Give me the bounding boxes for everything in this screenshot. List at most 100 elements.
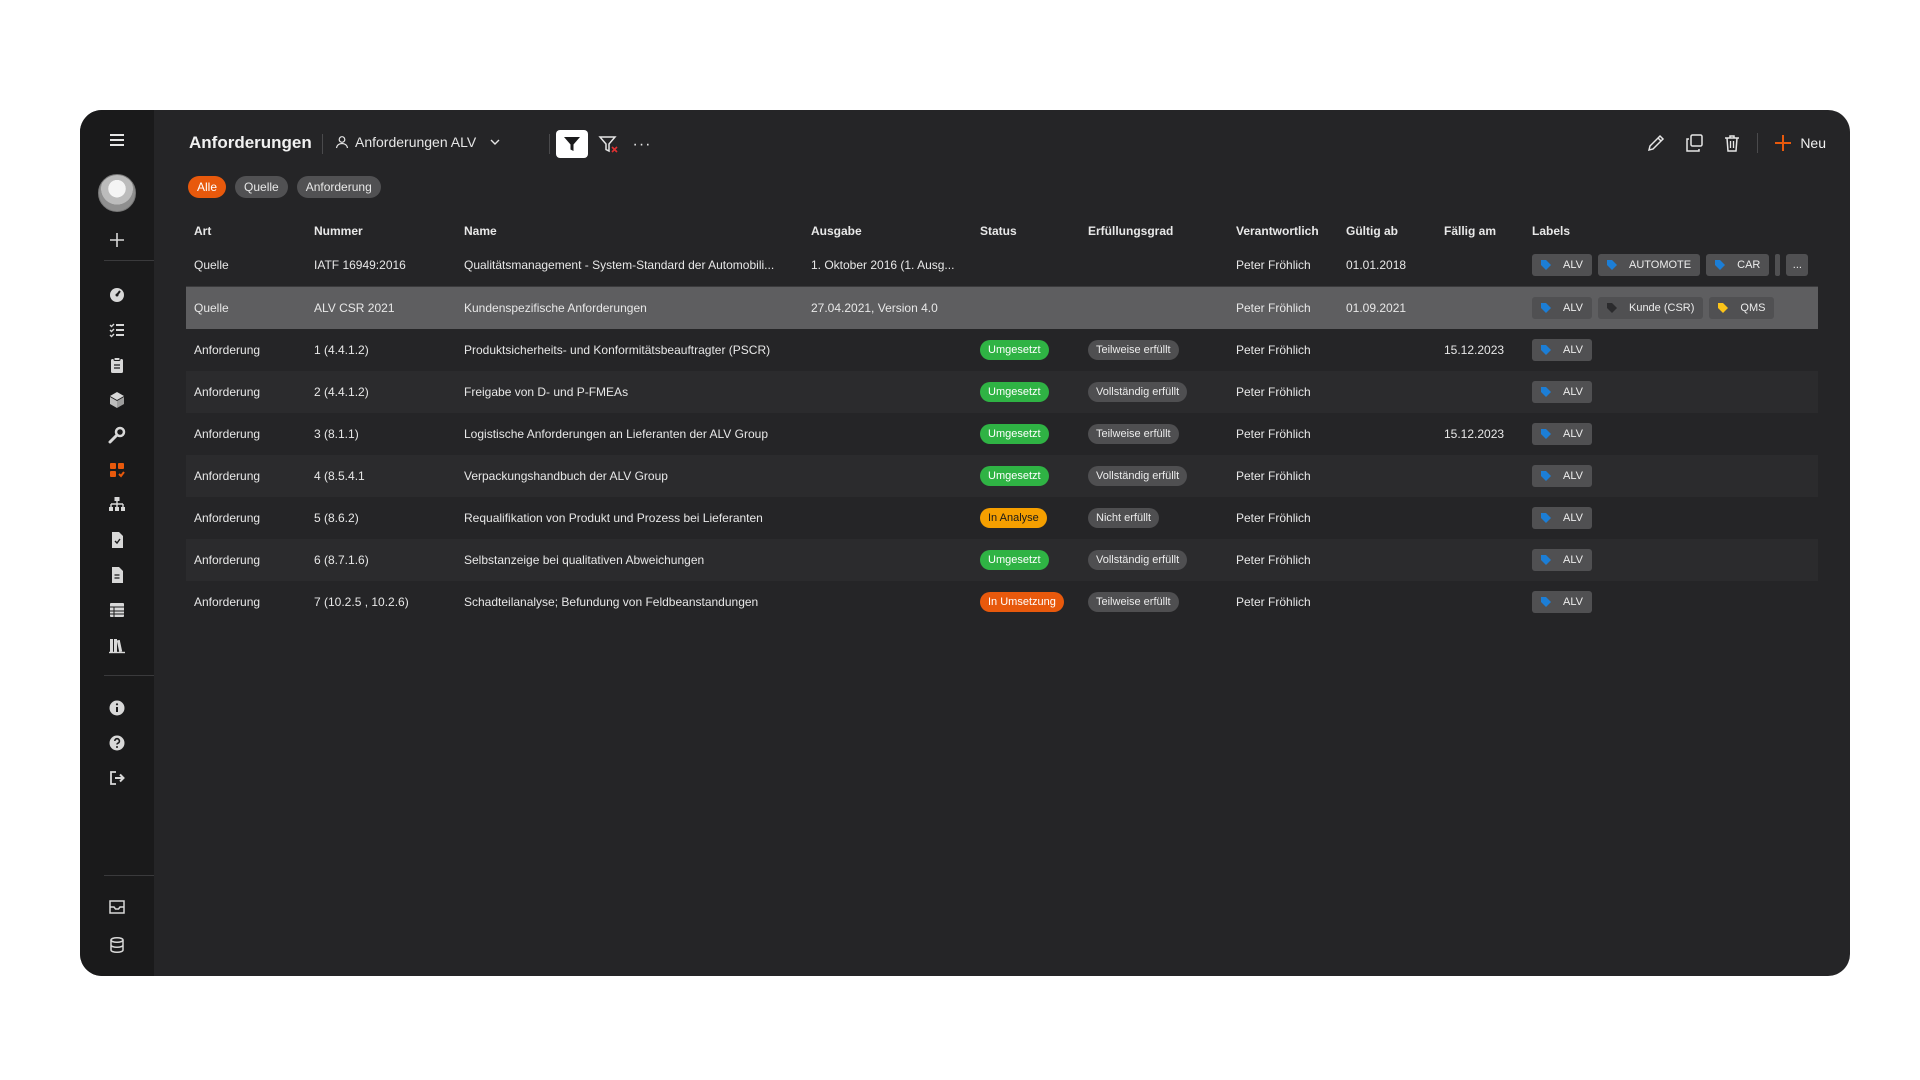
label-chip[interactable]: CAR: [1706, 254, 1770, 276]
row-verantwortlich: Peter Fröhlich: [1236, 595, 1311, 609]
row-faellig-am: 15.12.2023: [1444, 427, 1505, 441]
table-icon[interactable]: [80, 595, 154, 625]
row-verantwortlich: Peter Fröhlich: [1236, 301, 1311, 315]
column-header-labels[interactable]: Labels: [1532, 218, 1818, 244]
column-header-nummer[interactable]: Nummer: [314, 218, 459, 244]
requirements-icon[interactable]: [80, 455, 154, 485]
edit-button[interactable]: [1643, 130, 1669, 156]
status-badge: Umgesetzt: [980, 466, 1049, 486]
row-name: Kundenspezifische Anforderungen: [464, 301, 647, 315]
row-labels-cell: ALV: [1532, 581, 1818, 623]
chip-alle[interactable]: Alle: [188, 176, 227, 198]
row-ausgabe: [811, 413, 971, 455]
label-chip[interactable]: Kunde (CSR): [1597, 297, 1704, 319]
column-header-gueltig-ab[interactable]: Gültig ab: [1346, 218, 1441, 244]
table-row[interactable]: Quelle IATF 16949:2016 Qualitätsmanagement…: [186, 244, 1818, 287]
clipboard-icon[interactable]: [80, 350, 154, 380]
row-nummer: 2 (4.4.1.2): [314, 385, 369, 399]
list-check-icon[interactable]: [80, 315, 154, 345]
label-text: ALV: [1563, 554, 1583, 566]
column-header-name[interactable]: Name: [464, 218, 804, 244]
table-row[interactable]: Anforderung 4 (8.5.4.1 Verpackungshandbuch…: [186, 455, 1818, 497]
row-name: Verpackungshandbuch der ALV Group: [464, 469, 668, 483]
label-chip[interactable]: ALV: [1532, 549, 1592, 571]
table-row[interactable]: Anforderung 7 (10.2.5 , 10.2.6) Schadteila…: [186, 581, 1818, 623]
row-erfuellungsgrad-cell: Vollständig erfüllt: [1088, 455, 1228, 497]
column-header-faellig-am[interactable]: Fällig am: [1444, 218, 1534, 244]
table-row[interactable]: Anforderung 5 (8.6.2) Requalifikation von …: [186, 497, 1818, 539]
view-selector-label: Anforderungen ALV: [355, 134, 477, 150]
row-verantwortlich: Peter Fröhlich: [1236, 385, 1311, 399]
label-chip[interactable]: ALV: [1532, 423, 1592, 445]
row-faellig-am: [1444, 244, 1534, 286]
inbox-icon[interactable]: [80, 892, 154, 922]
label-chip[interactable]: ALV: [1532, 297, 1592, 319]
column-header-verantwortlich[interactable]: Verantwortlich: [1236, 218, 1341, 244]
column-header-status[interactable]: Status: [980, 218, 1080, 244]
more-options-button[interactable]: ···: [630, 132, 654, 158]
label-text: ALV: [1563, 302, 1583, 314]
label-chip[interactable]: ALV: [1532, 381, 1592, 403]
row-name: Selbstanzeige bei qualitativen Abweichun…: [464, 553, 705, 567]
table-row[interactable]: Anforderung 6 (8.7.1.6) Selbstanzeige bei …: [186, 539, 1818, 581]
row-erfuellungsgrad-cell: Nicht erfüllt: [1088, 497, 1228, 539]
library-icon[interactable]: [80, 630, 154, 660]
label-text: ALV: [1563, 344, 1583, 356]
dashboard-icon[interactable]: [80, 280, 154, 310]
label-chip[interactable]: ALV: [1532, 591, 1592, 613]
org-chart-icon[interactable]: [80, 490, 154, 520]
copy-button[interactable]: [1681, 130, 1707, 156]
label-chip[interactable]: ALV: [1532, 254, 1592, 276]
delete-button[interactable]: [1719, 130, 1745, 156]
row-art: Anforderung: [194, 511, 261, 525]
database-icon[interactable]: [80, 930, 154, 960]
avatar[interactable]: [98, 174, 136, 212]
boxes-icon[interactable]: [80, 385, 154, 415]
label-chip[interactable]: AUTOMOTE: [1597, 254, 1701, 276]
add-icon[interactable]: [80, 225, 154, 255]
document-icon[interactable]: [80, 525, 154, 555]
help-icon[interactable]: [80, 728, 154, 758]
tag-icon: [1541, 555, 1551, 565]
filter-button[interactable]: [556, 130, 588, 158]
row-erfuellungsgrad-cell: Teilweise erfüllt: [1088, 413, 1228, 455]
chip-anforderung[interactable]: Anforderung: [296, 176, 381, 198]
row-faellig-am: [1444, 287, 1534, 329]
table-body: Quelle IATF 16949:2016 Qualitätsmanagement…: [186, 244, 1818, 623]
trash-icon: [1725, 135, 1740, 152]
row-faellig-am: [1444, 497, 1534, 539]
label-chip[interactable]: QMS: [1709, 297, 1775, 319]
table-row[interactable]: Anforderung 2 (4.4.1.2) Freigabe von D- un…: [186, 371, 1818, 413]
column-header-ausgabe[interactable]: Ausgabe: [811, 218, 971, 244]
table-row[interactable]: Anforderung 1 (4.4.1.2) Produktsicherheits…: [186, 329, 1818, 371]
fulfillment-badge: Teilweise erfüllt: [1088, 424, 1179, 444]
row-faellig-am: 15.12.2023: [1444, 343, 1505, 357]
table-row[interactable]: Quelle ALV CSR 2021 Kundenspezifische Anfo…: [186, 287, 1818, 329]
status-badge: Umgesetzt: [980, 424, 1049, 444]
column-header-erfuellungsgrad[interactable]: Erfüllungsgrad: [1088, 218, 1228, 244]
label-chip[interactable]: ALV: [1532, 339, 1592, 361]
filter-icon: [564, 137, 580, 151]
chip-quelle[interactable]: Quelle: [235, 176, 288, 198]
logout-icon[interactable]: [80, 763, 154, 793]
clear-filter-button[interactable]: [596, 132, 622, 158]
chevron-down-icon: [490, 139, 500, 145]
requirements-table: Art Nummer Name Ausgabe Status Erfüllung…: [186, 218, 1818, 623]
document-text-icon[interactable]: [80, 560, 154, 590]
column-header-art[interactable]: Art: [194, 218, 309, 244]
wrench-icon[interactable]: [80, 420, 154, 450]
info-icon[interactable]: [80, 693, 154, 723]
filter-clear-icon: [598, 136, 618, 153]
menu-icon[interactable]: [80, 125, 154, 155]
pencil-icon: [1648, 134, 1665, 152]
row-verantwortlich: Peter Fröhlich: [1236, 343, 1311, 357]
label-chip[interactable]: ALV: [1532, 507, 1592, 529]
new-button[interactable]: Neu: [1774, 134, 1826, 152]
user-icon: [335, 136, 349, 149]
main-content: Anforderungen Anforderungen ALV ··· Neu …: [154, 110, 1850, 976]
table-row[interactable]: Anforderung 3 (8.1.1) Logistische Anforder…: [186, 413, 1818, 455]
more-labels-button[interactable]: ...: [1786, 254, 1809, 276]
label-chip[interactable]: ALV: [1532, 465, 1592, 487]
view-selector[interactable]: Anforderungen ALV: [335, 134, 502, 150]
fulfillment-badge: Vollständig erfüllt: [1088, 382, 1188, 402]
